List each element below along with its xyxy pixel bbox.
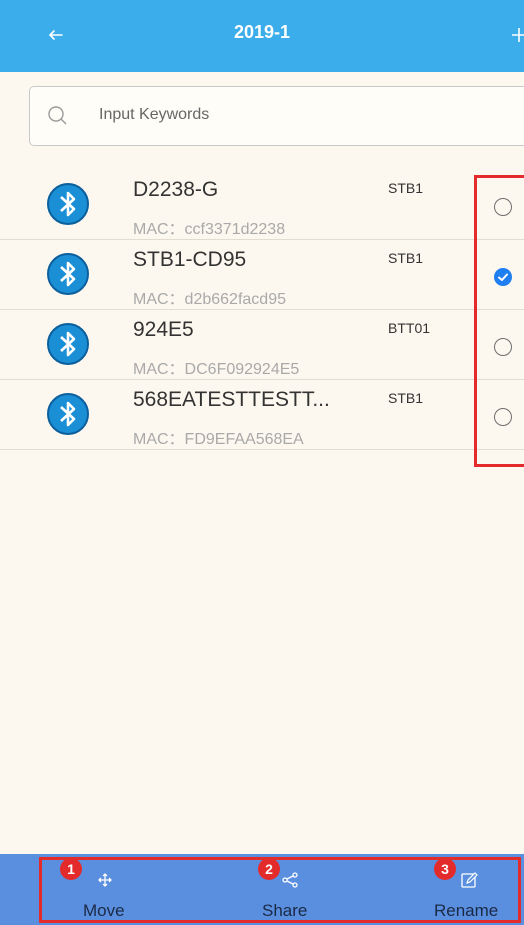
action-bar-highlight-box	[39, 857, 521, 923]
device-list: D2238-G MAC：ccf3371d2238 STB1 STB1-CD95 …	[0, 170, 524, 450]
bluetooth-icon	[46, 392, 90, 436]
search-placeholder: Input Keywords	[99, 106, 210, 123]
device-type: STB1	[388, 180, 424, 196]
list-item[interactable]: D2238-G MAC：ccf3371d2238 STB1	[0, 170, 524, 240]
device-name: D2238-G	[133, 178, 219, 201]
device-type: STB1	[388, 250, 424, 266]
device-name: STB1-CD95	[133, 248, 247, 271]
header-bar: 2019-1	[0, 0, 524, 72]
bluetooth-icon	[46, 252, 90, 296]
bluetooth-icon	[46, 182, 90, 226]
device-mac: MAC：d2b662facd95	[133, 291, 286, 308]
device-type: BTT01	[388, 320, 431, 336]
plus-icon[interactable]	[510, 22, 524, 48]
search-icon	[47, 105, 69, 127]
device-mac: MAC：DC6F092924E5	[133, 361, 300, 378]
page-title: 2019-1	[233, 22, 291, 42]
list-item[interactable]: STB1-CD95 MAC：d2b662facd95 STB1	[0, 240, 524, 310]
device-type: STB1	[388, 390, 424, 406]
device-name: 924E5	[133, 318, 194, 341]
selection-highlight-box	[474, 175, 524, 467]
bluetooth-icon	[46, 322, 90, 366]
list-item[interactable]: 568EATESTTESTT... MAC：FD9EFAA568EA STB1	[0, 380, 524, 450]
device-mac: MAC：FD9EFAA568EA	[133, 431, 304, 448]
list-item[interactable]: 924E5 MAC：DC6F092924E5 BTT01	[0, 310, 524, 380]
search-input[interactable]: Input Keywords	[29, 86, 524, 146]
device-name: 568EATESTTESTT...	[133, 388, 330, 411]
device-mac: MAC：ccf3371d2238	[133, 221, 286, 238]
